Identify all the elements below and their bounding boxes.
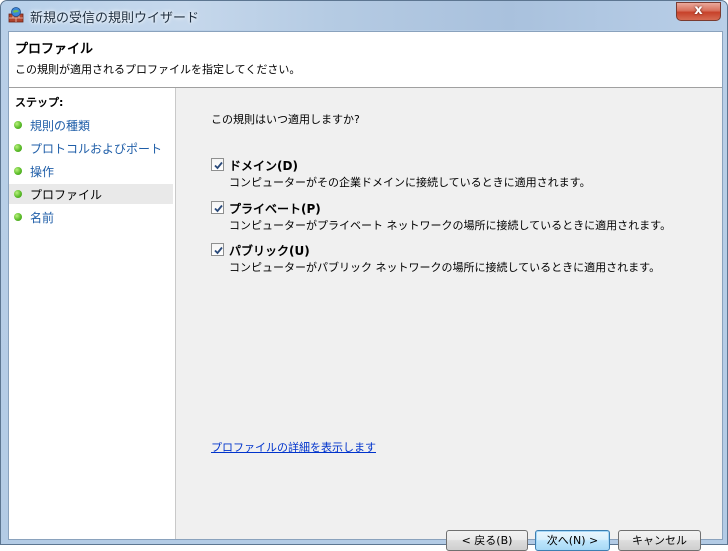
step-item-profile[interactable]: プロファイル (9, 184, 173, 204)
checkmark-icon (214, 246, 223, 255)
steps-heading: ステップ: (15, 96, 64, 109)
back-button[interactable]: < 戻る(B) (446, 530, 528, 551)
firewall-icon (8, 7, 24, 23)
domain-description: コンピューターがその企業ドメインに接続しているときに適用されます。 (229, 176, 591, 189)
step-item-rule-type[interactable]: 規則の種類 (9, 115, 173, 135)
public-description: コンピューターがパブリック ネットワークの場所に接続しているときに適用されます。 (229, 261, 661, 274)
step-bullet-icon (14, 144, 22, 152)
step-label: 操作 (30, 165, 55, 179)
step-label: 名前 (30, 211, 55, 225)
step-bullet-icon (14, 121, 22, 129)
step-bullet-icon (14, 167, 22, 175)
step-item-action[interactable]: 操作 (9, 161, 173, 181)
checkmark-icon (214, 204, 223, 213)
step-bullet-icon (14, 213, 22, 221)
domain-label[interactable]: ドメイン(D) (229, 157, 298, 174)
step-label: プロファイル (30, 188, 103, 202)
checkmark-icon (214, 161, 223, 170)
main-content: この規則はいつ適用しますか? ドメイン(D) コンピューターがその企業ドメインに… (176, 88, 722, 551)
profile-details-link[interactable]: プロファイルの詳細を表示します (211, 439, 376, 455)
step-bullet-icon (14, 190, 22, 198)
private-description: コンピューターがプライベート ネットワークの場所に接続しているときに適用されます… (229, 219, 672, 232)
step-label: 規則の種類 (30, 119, 91, 133)
title-bar[interactable]: 新規の受信の規則ウイザード x (1, 1, 727, 30)
public-label[interactable]: パブリック(U) (229, 242, 310, 259)
public-checkbox[interactable] (211, 243, 224, 256)
step-item-protocol-port[interactable]: プロトコルおよびポート (9, 138, 173, 158)
window-title: 新規の受信の規則ウイザード (30, 11, 200, 26)
step-item-name[interactable]: 名前 (9, 207, 173, 227)
private-checkbox[interactable] (211, 201, 224, 214)
page-title: プロファイル (15, 42, 94, 57)
private-label[interactable]: プライベート(P) (229, 200, 321, 217)
steps-panel: ステップ: 規則の種類 プロトコルおよびポート 操作 プロファイル 名前 (9, 88, 176, 539)
cancel-button[interactable]: キャンセル (618, 530, 701, 551)
domain-checkbox[interactable] (211, 158, 224, 171)
question-text: この規則はいつ適用しますか? (211, 113, 360, 126)
wizard-window: 新規の受信の規則ウイザード x プロファイル この規則が適用されるプロファイルを… (0, 0, 728, 551)
page-description: この規則が適用されるプロファイルを指定してください。 (15, 63, 301, 76)
close-button[interactable]: x (676, 2, 721, 21)
client-area: プロファイル この規則が適用されるプロファイルを指定してください。 ステップ: … (8, 31, 723, 551)
page-header: プロファイル この規則が適用されるプロファイルを指定してください。 (9, 32, 722, 88)
step-label: プロトコルおよびポート (30, 142, 163, 156)
next-button[interactable]: 次へ(N) > (535, 530, 610, 551)
